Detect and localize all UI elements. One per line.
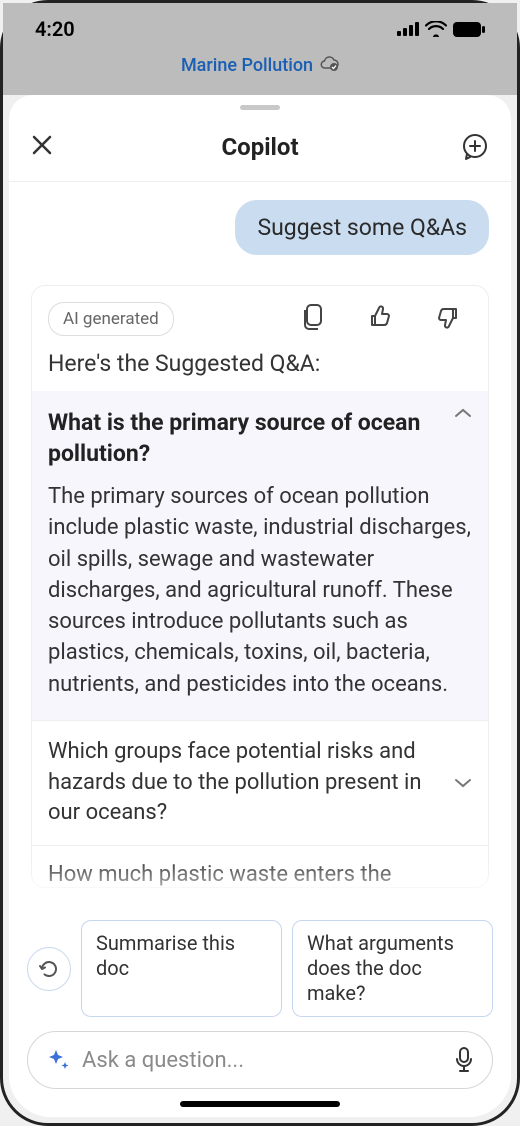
cloud-sync-icon (319, 55, 339, 71)
ai-card-header: AI generated (32, 302, 488, 350)
chat-body[interactable]: Suggest some Q&As AI generated Here's th… (9, 182, 511, 908)
qa-item-peek[interactable]: How much plastic waste enters the (32, 845, 488, 887)
mic-icon[interactable] (454, 1047, 474, 1073)
doc-title-bar: Marine Pollution (3, 55, 517, 95)
suggestion-chip-summarise[interactable]: Summarise this doc (81, 920, 282, 1017)
close-icon (31, 134, 53, 156)
new-chat-button[interactable] (457, 133, 489, 161)
ai-response-card: AI generated Here's the Suggested Q&A: (31, 285, 489, 888)
qa-question: What is the primary source of ocean poll… (48, 407, 444, 469)
thumbs-down-button[interactable] (436, 305, 460, 333)
ai-intro-text: Here's the Suggested Q&A: (32, 350, 488, 391)
sheet-grabber[interactable] (240, 105, 280, 110)
status-bar: 4:20 (3, 3, 517, 55)
battery-icon (453, 22, 485, 37)
chat-plus-icon (461, 133, 489, 161)
doc-title[interactable]: Marine Pollution (181, 55, 313, 76)
copy-icon (302, 304, 324, 330)
home-indicator[interactable] (180, 1101, 340, 1107)
footer: Summarise this doc What arguments does t… (9, 908, 511, 1117)
sheet-header: Copilot (9, 116, 511, 182)
status-icons (397, 21, 485, 37)
copy-button[interactable] (302, 304, 324, 334)
refresh-suggestions-button[interactable] (27, 947, 71, 991)
user-message-bubble: Suggest some Q&As (235, 200, 489, 255)
copilot-sheet: Copilot Suggest some Q&As AI generated (9, 95, 511, 1117)
sheet-title: Copilot (63, 133, 457, 161)
qa-question-partial: How much plastic waste enters the (48, 862, 391, 887)
chevron-down-icon (454, 777, 472, 789)
ai-actions (302, 304, 472, 334)
suggestions-row: Summarise this doc What arguments does t… (27, 920, 493, 1017)
cellular-icon (397, 22, 419, 36)
close-button[interactable] (31, 130, 63, 163)
refresh-icon (38, 958, 60, 980)
thumbs-up-icon (368, 305, 392, 329)
suggestion-chip-arguments[interactable]: What arguments does the doc make? (292, 920, 493, 1017)
ai-generated-badge: AI generated (48, 302, 174, 336)
thumbs-up-button[interactable] (368, 305, 392, 333)
status-time: 4:20 (35, 17, 75, 41)
thumbs-down-icon (436, 305, 460, 329)
wifi-icon (425, 21, 447, 37)
input-placeholder: Ask a question... (82, 1048, 442, 1073)
qa-item-expanded[interactable]: What is the primary source of ocean poll… (32, 391, 488, 720)
qa-item-collapsed[interactable]: Which groups face potential risks and ha… (32, 720, 488, 845)
qa-answer: The primary sources of ocean pollution i… (48, 481, 472, 700)
sparkle-icon (46, 1048, 70, 1072)
qa-question: Which groups face potential risks and ha… (48, 737, 444, 829)
input-bar[interactable]: Ask a question... (27, 1031, 493, 1089)
chevron-up-icon (454, 407, 472, 419)
